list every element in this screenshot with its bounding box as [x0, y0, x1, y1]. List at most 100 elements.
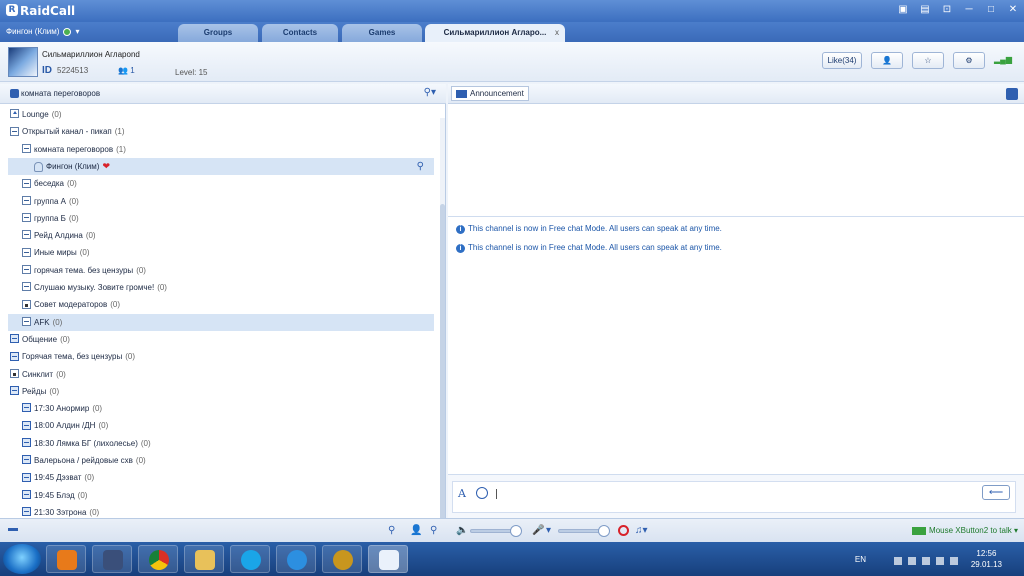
collapse-icon[interactable]: [10, 386, 19, 396]
taskbar-app-save[interactable]: [92, 545, 132, 573]
collapse-icon[interactable]: [22, 195, 31, 205]
taskbar-app-ie[interactable]: [276, 545, 316, 573]
chevron-down-icon[interactable]: ▾: [75, 27, 79, 36]
maximize-button[interactable]: □: [984, 3, 998, 17]
collapse-icon[interactable]: [22, 316, 31, 326]
collapse-icon[interactable]: [22, 472, 31, 482]
channel-row[interactable]: 17:30 Анормир (0): [0, 400, 420, 417]
channel-row[interactable]: Горячая тема, без цензуры (0): [0, 348, 420, 365]
location-pin-icon[interactable]: ⚲: [417, 158, 424, 175]
emoji-icon[interactable]: [476, 487, 488, 499]
search-icon[interactable]: ⚲: [430, 525, 437, 536]
tray-network-icon[interactable]: [922, 557, 930, 565]
clock[interactable]: 12:56 29.01.13: [971, 548, 1002, 570]
channel-row[interactable]: Валерьона / рейдовые схв (0): [0, 452, 420, 469]
channel-label: Иные миры: [34, 248, 77, 258]
channel-row[interactable]: Открытый канал - пикап (1): [0, 123, 420, 140]
collapse-icon[interactable]: [22, 178, 31, 188]
like-button[interactable]: Like(34): [822, 52, 862, 69]
room-menu-icon[interactable]: ⚲▾: [424, 87, 436, 98]
tab-groups[interactable]: Groups: [178, 24, 258, 42]
language-indicator[interactable]: EN: [855, 555, 866, 564]
push-to-talk[interactable]: Mouse XButton2 to talk ▾: [912, 526, 1018, 535]
channel-row[interactable]: 18:00 Алдин /ДН (0): [0, 417, 420, 434]
taskbar-app-outlook[interactable]: [46, 545, 86, 573]
collapse-icon[interactable]: [22, 438, 31, 448]
channel-settings-button[interactable]: ⚙: [953, 52, 985, 69]
taskbar-app-lotro[interactable]: [322, 545, 362, 573]
tree-scrollbar-thumb[interactable]: [440, 204, 445, 530]
tray-raidcall-icon[interactable]: [908, 557, 916, 565]
collapse-icon[interactable]: [22, 213, 31, 223]
settings-icon[interactable]: ⊡: [940, 3, 954, 17]
tray-volume-icon[interactable]: [950, 557, 958, 565]
taskbar-app-skype[interactable]: [230, 545, 270, 573]
chevron-down-icon[interactable]: ▾: [546, 525, 551, 536]
taskbar-app-raidcall[interactable]: [368, 545, 408, 573]
speaker-volume-knob[interactable]: [510, 525, 522, 537]
channel-row[interactable]: Совет модераторов (0): [0, 296, 420, 313]
channel-row[interactable]: Иные миры (0): [0, 244, 420, 261]
taskbar-app-chrome[interactable]: [138, 545, 178, 573]
collapse-icon[interactable]: [22, 282, 31, 292]
channel-row[interactable]: 19:45 Дэзват (0): [0, 469, 420, 486]
microphone-icon[interactable]: 🎤: [532, 525, 544, 536]
taskbar-app-explorer[interactable]: [184, 545, 224, 573]
favorite-button[interactable]: ☆: [912, 52, 944, 69]
collapse-icon[interactable]: [22, 455, 31, 465]
close-button[interactable]: ✕: [1006, 3, 1020, 17]
collapse-icon[interactable]: [22, 230, 31, 240]
channel-row[interactable]: группа А (0): [0, 193, 420, 210]
collapse-icon[interactable]: [22, 247, 31, 257]
music-icon[interactable]: ♫▾: [635, 525, 648, 536]
skin-icon[interactable]: ▤: [918, 3, 932, 17]
add-member-button[interactable]: 👤: [871, 52, 903, 69]
location-icon[interactable]: ⚲: [388, 525, 395, 536]
channel-row[interactable]: группа Б (0): [0, 210, 420, 227]
user-icon[interactable]: 👤: [410, 525, 422, 536]
tray-flag-icon[interactable]: [894, 557, 902, 565]
channel-row[interactable]: беседка (0): [0, 175, 420, 192]
channel-label: 18:00 Алдин /ДН: [34, 421, 96, 431]
tab-contacts[interactable]: Contacts: [262, 24, 338, 42]
speaker-icon[interactable]: 🔈: [456, 525, 468, 536]
user-row[interactable]: Фингон (Клим) ❤ ⚲: [8, 157, 434, 175]
record-icon[interactable]: [618, 525, 629, 536]
channel-row[interactable]: Рейды (0): [0, 383, 420, 400]
channel-row[interactable]: Рейд Алдина (0): [0, 227, 420, 244]
channel-row[interactable]: Lounge (0): [0, 106, 420, 123]
send-button[interactable]: ⟵: [982, 485, 1010, 500]
collapse-icon[interactable]: [22, 420, 31, 430]
channel-row[interactable]: Общение (0): [0, 331, 420, 348]
channel-row[interactable]: Слушаю музыку. Зовите громче! (0): [0, 279, 420, 296]
channel-row[interactable]: горячая тема. без цензуры (0): [0, 262, 420, 279]
announcement-button[interactable]: Announcement: [451, 86, 529, 101]
channel-row[interactable]: 21:30 Зэтрона (0): [0, 504, 420, 518]
collapse-icon[interactable]: [10, 351, 19, 361]
tray-battery-icon[interactable]: [936, 557, 944, 565]
microphone-volume-knob[interactable]: [598, 525, 610, 537]
user-status[interactable]: Фингон (Клим) ▾: [6, 27, 79, 36]
message-input[interactable]: [452, 481, 1016, 513]
message-icon[interactable]: ▣: [896, 3, 910, 17]
tab-close-icon[interactable]: x: [555, 24, 559, 42]
tab-channel[interactable]: Сильмариллион Агларо... x: [425, 24, 565, 42]
collapse-icon[interactable]: [22, 403, 31, 413]
channel-row[interactable]: комната переговоров (1): [0, 141, 420, 158]
minimize-button[interactable]: ─: [962, 3, 976, 17]
channel-row[interactable]: AFK (0): [8, 313, 434, 331]
collapse-icon[interactable]: ▬: [8, 523, 18, 534]
collapse-icon[interactable]: [22, 507, 31, 517]
font-format-icon[interactable]: A: [458, 487, 466, 500]
collapse-icon[interactable]: [22, 265, 31, 275]
channel-row[interactable]: 19:45 Блэд (0): [0, 487, 420, 504]
channel-row[interactable]: Синклит (0): [0, 366, 420, 383]
collapse-icon[interactable]: [22, 489, 31, 499]
tab-games[interactable]: Games: [342, 24, 422, 42]
start-button[interactable]: [3, 544, 41, 574]
collapse-icon[interactable]: [10, 126, 19, 136]
calendar-icon[interactable]: [1006, 88, 1018, 100]
collapse-icon[interactable]: [10, 334, 19, 344]
collapse-icon[interactable]: [22, 143, 31, 153]
channel-row[interactable]: 18:30 Лямка БГ (лихолесье) (0): [0, 435, 420, 452]
